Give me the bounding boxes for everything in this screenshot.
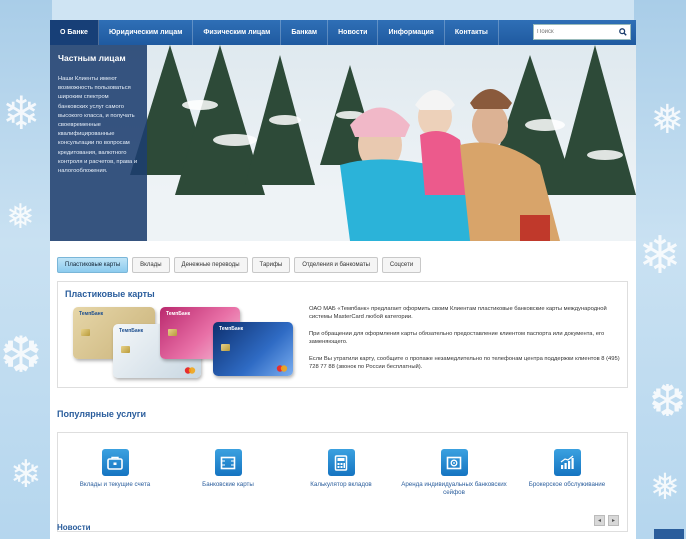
cards-panel-text: ОАО МАБ «Темпбанк» предлагает оформить с… [309,305,625,379]
next-arrow-button[interactable]: ▸ [608,515,619,526]
card-chip [221,344,230,351]
prev-arrow-button[interactable]: ◂ [594,515,605,526]
card-image-blue: ТемпБанк [213,322,293,376]
snowflake-icon: ❄ [10,452,42,496]
calculator-icon [327,449,355,476]
snowflake-icon: ❆ [0,326,42,384]
nav-item-contacts[interactable]: Контакты [445,20,499,45]
tab-deposits[interactable]: Вклады [132,257,170,273]
mastercard-icon [276,365,288,372]
page-container: О Банке Юридическим лицам Физическим лиц… [50,20,636,539]
snowflake-icon: ❄ [2,86,41,140]
nav-item-news[interactable]: Новости [328,20,379,45]
snowflake-icon: ❅ [649,467,680,508]
hero-banner: Частным лицам Наши Клиенты имеют возможн… [50,45,636,241]
nav-item-individuals[interactable]: Физическим лицам [193,20,282,45]
hero-sidebar: Частным лицам Наши Клиенты имеют возможн… [50,45,147,241]
search-button[interactable] [616,25,630,39]
safe-icon [440,449,468,476]
search-input[interactable] [534,29,616,35]
card-brand-label: ТемпБанк [166,311,191,317]
news-title: Новости [57,523,91,532]
popular-services-title: Популярные услуги [57,409,147,419]
product-tabs: Пластиковые карты Вклады Денежные перево… [57,257,422,273]
service-brokerage[interactable]: Брокерское обслуживание [512,449,622,489]
cards-paragraph: При обращении для оформления карты обяза… [309,330,605,346]
card-brand-label: ТемпБанк [219,326,244,332]
card-chip [121,346,130,353]
service-deposits[interactable]: Вклады и текущие счета [60,449,170,489]
tab-social[interactable]: Соцсети [381,257,422,273]
snowflake-icon: ❄ [638,226,682,286]
snowflake-icon: ❅ [6,197,35,237]
snowflake-icon: ❅ [650,97,684,143]
nav-item-corporate[interactable]: Юридическим лицам [99,20,194,45]
tab-branches-atms[interactable]: Отделения и банкоматы [294,257,378,273]
service-label: Брокерское обслуживание [528,481,606,488]
tab-tariffs[interactable]: Тарифы [251,257,291,273]
card-brand-label: ТемпБанк [79,311,104,317]
search-icon [619,28,627,36]
service-calculator[interactable]: Калькулятор вкладов [286,449,396,489]
service-label: Банковские карты [202,481,254,488]
mastercard-icon [184,367,196,374]
hero-title: Частным лицам [58,53,126,63]
hero-text: Наши Клиенты имеют возможность пользоват… [58,76,138,175]
services-pager: ◂ ▸ [594,515,619,526]
cards-paragraph: ОАО МАБ «Темпбанк» предлагает оформить с… [309,306,607,321]
nav-item-info[interactable]: Информация [378,20,445,45]
snowflake-icon: ❆ [649,376,686,427]
card-icon [214,449,242,476]
nav-item-about[interactable]: О Банке [50,20,99,45]
service-bank-cards[interactable]: Банковские карты [173,449,283,489]
card-chip [81,329,90,336]
service-label: Вклады и текущие счета [79,481,151,488]
chart-icon [553,449,581,476]
cards-panel-title: Пластиковые карты [65,289,155,299]
service-label: Аренда индивидуальных банковских сейфов [401,481,507,496]
search-box [533,24,631,40]
service-label: Калькулятор вкладов [310,481,372,488]
cards-panel: Пластиковые карты ТемпБанк ТемпБанк Темп… [57,281,628,388]
popular-services: Вклады и текущие счета Банковские карты … [57,432,628,532]
service-safe-deposit[interactable]: Аренда индивидуальных банковских сейфов [399,449,509,496]
nav-item-banks[interactable]: Банкам [281,20,329,45]
tab-transfers[interactable]: Денежные переводы [173,257,248,273]
main-nav: О Банке Юридическим лицам Физическим лиц… [50,20,636,45]
wallet-icon [101,449,129,476]
cards-paragraph: Если Вы утратили карту, сообщите о пропа… [309,355,620,371]
tab-plastic-cards[interactable]: Пластиковые карты [57,257,129,273]
corner-button[interactable] [654,529,684,539]
card-chip [168,329,177,336]
card-brand-label: ТемпБанк [119,328,144,334]
